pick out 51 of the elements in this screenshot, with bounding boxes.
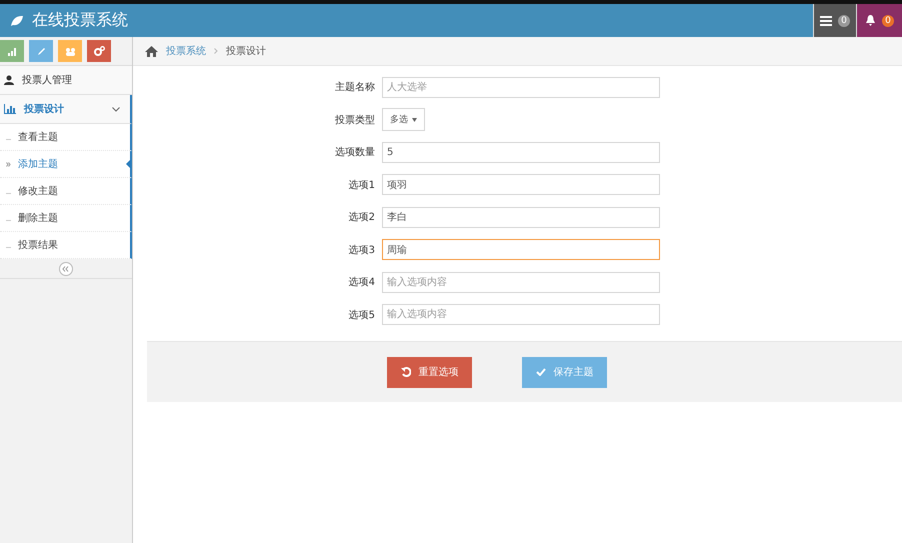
input-field[interactable]: 输入选项内容 [382,272,660,293]
bell-icon [865,15,876,26]
caret-icon [412,118,417,122]
chevron-down-icon [112,106,120,112]
field-label: 选项数量 [334,146,375,160]
home-icon[interactable] [145,46,158,56]
shortcut-button[interactable] [87,40,111,62]
dash-icon [6,246,11,248]
select-field[interactable]: 多选 [382,108,425,132]
chevron-right-icon [214,48,218,54]
app-title: 在线投票系统 [32,10,128,31]
bar-chart-icon [7,46,17,56]
leaf-icon [10,14,24,26]
input-field[interactable]: 5 [382,142,660,163]
field-label: 选项2 [348,210,375,224]
field-label: 选项4 [348,276,375,290]
submenu-item[interactable]: 删除主题 [0,205,132,232]
field-label: 投票类型 [334,114,375,127]
input-field[interactable]: 项羽 [382,174,660,196]
field-label: 选项1 [348,178,375,192]
reset-button[interactable]: 重置选项 [387,356,472,388]
input-field[interactable]: 输入选项内容 [382,304,660,326]
double-chevron-icon [6,162,11,166]
input-field[interactable]: 周瑜 [382,239,660,260]
submenu-item[interactable]: 修改主题 [0,178,132,205]
dash-icon [6,192,11,194]
input-field[interactable]: 李白 [382,206,660,228]
count-badge: 0 [882,14,894,26]
check-icon [536,368,546,376]
field-label: 主题名称 [334,80,375,94]
input-field[interactable]: 人大选举 [382,76,660,98]
sidebar-item[interactable]: 投票人管理 [0,66,132,95]
undo-icon [400,367,410,377]
dash-icon [6,138,11,140]
list-icon [820,16,832,26]
user-icon [4,75,14,85]
current-page-label: 投票设计 [226,44,266,58]
submenu-item[interactable]: 投票结果 [0,232,132,259]
shortcut-button[interactable] [58,40,82,62]
pencil-icon [36,46,46,56]
collapse-icon[interactable] [59,262,73,276]
sidebar-item[interactable]: 投票设计 [0,95,132,124]
field-label: 选项3 [348,244,375,257]
cogs-icon [94,46,104,56]
submenu-item[interactable]: 添加主题 [0,151,132,178]
shortcut-button[interactable] [0,40,24,62]
users-icon [64,46,76,56]
count-badge: 0 [838,14,850,26]
bar-chart-icon [4,104,16,114]
field-label: 选项5 [348,308,375,322]
submenu-item[interactable]: 查看主题 [0,124,132,151]
